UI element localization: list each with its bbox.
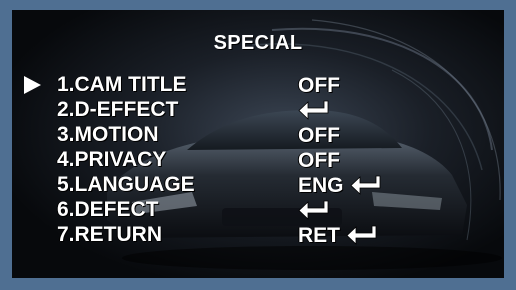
menu-item-label: 7.RETURN <box>57 223 163 246</box>
enter-return-icon <box>349 176 380 196</box>
menu-item-label: 2.D-EFFECT <box>57 98 179 121</box>
enter-return-icon <box>298 101 329 121</box>
menu-item-value: RET <box>298 222 380 248</box>
selection-cursor-icon <box>24 76 41 94</box>
osd-screen: SPECIAL 1.CAM TITLE OFF 2.D-EFFECT 3.MOT… <box>12 10 504 278</box>
menu-item-label: 4.PRIVACY <box>57 148 167 171</box>
menu-item-value: ENG <box>298 172 384 198</box>
menu-item-motion[interactable]: 3.MOTION OFF <box>12 122 504 147</box>
menu-item-value <box>298 197 332 222</box>
menu-item-language[interactable]: 5.LANGUAGE ENG <box>12 172 504 197</box>
menu-title: SPECIAL <box>213 32 303 54</box>
value-text: OFF <box>298 123 340 147</box>
enter-return-icon <box>298 201 329 221</box>
menu-item-privacy[interactable]: 4.PRIVACY OFF <box>12 147 504 172</box>
menu-item-label: 1.CAM TITLE <box>57 73 187 96</box>
menu-item-cam-title[interactable]: 1.CAM TITLE OFF <box>12 72 504 97</box>
value-text: OFF <box>298 148 340 172</box>
menu-item-value: OFF <box>298 72 340 98</box>
menu-item-label: 6.DEFECT <box>57 198 159 221</box>
menu-item-value: OFF <box>298 147 340 173</box>
menu-item-return[interactable]: 7.RETURN RET <box>12 222 504 247</box>
special-menu: 1.CAM TITLE OFF 2.D-EFFECT 3.MOTION OFF … <box>12 72 504 247</box>
menu-item-defect[interactable]: 6.DEFECT <box>12 197 504 222</box>
menu-item-label: 3.MOTION <box>57 123 159 146</box>
value-text: OFF <box>298 73 340 97</box>
menu-item-value <box>298 97 332 122</box>
menu-item-value: OFF <box>298 122 340 148</box>
menu-item-d-effect[interactable]: 2.D-EFFECT <box>12 97 504 122</box>
menu-item-label: 5.LANGUAGE <box>57 173 195 196</box>
value-text: RET <box>298 223 340 247</box>
enter-return-icon <box>346 226 377 246</box>
monitor-frame: SPECIAL 1.CAM TITLE OFF 2.D-EFFECT 3.MOT… <box>0 0 516 290</box>
value-text: ENG <box>298 173 344 197</box>
